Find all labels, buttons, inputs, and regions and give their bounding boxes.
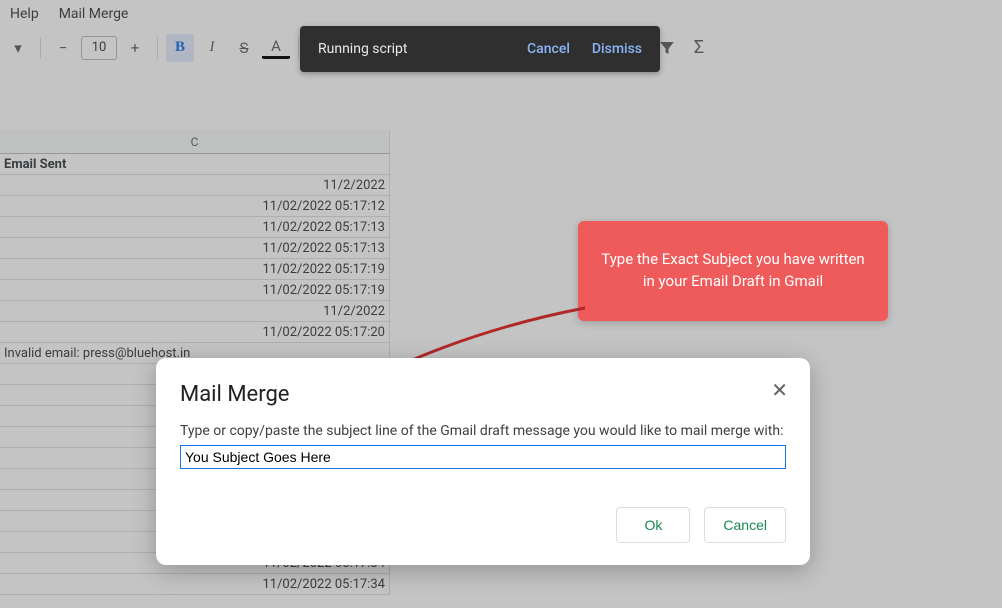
font-size-decrease-icon[interactable]: − [49,34,77,62]
menu-bar: Help Mail Merge [0,0,1002,28]
table-cell[interactable]: 11/02/2022 05:17:12 [0,196,390,217]
table-cell[interactable]: 11/02/2022 05:17:19 [0,259,390,280]
strikethrough-icon[interactable]: S [230,34,258,62]
subject-input[interactable] [180,445,786,469]
mail-merge-dialog: Mail Merge ✕ Type or copy/paste the subj… [156,358,810,565]
dialog-actions: Ok Cancel [180,507,786,543]
italic-icon[interactable]: I [198,34,226,62]
callout-text: Type the Exact Subject you have written … [601,250,864,290]
column-header-c[interactable]: C [0,130,390,154]
close-icon[interactable]: ✕ [771,378,788,402]
ok-button[interactable]: Ok [616,507,690,543]
text-color-icon[interactable]: A [262,37,290,59]
instruction-callout: Type the Exact Subject you have written … [578,221,888,321]
toast-cancel-button[interactable]: Cancel [527,41,570,57]
menu-mailmerge[interactable]: Mail Merge [59,6,129,22]
cell-header[interactable]: Email Sent [0,154,390,175]
bold-icon[interactable]: B [166,34,194,62]
table-cell[interactable]: 11/2/2022 [0,301,390,322]
functions-icon[interactable]: Σ [685,34,713,62]
cancel-button[interactable]: Cancel [704,507,786,543]
table-cell[interactable]: 11/2/2022 [0,175,390,196]
toolbar-separator [157,37,158,59]
toast-message: Running script [318,41,505,57]
running-script-toast: Running script Cancel Dismiss [300,26,660,72]
menu-help[interactable]: Help [10,6,39,22]
more-toolbar-dropdown-icon[interactable]: ▾ [4,34,32,62]
table-cell[interactable]: 11/02/2022 05:17:13 [0,238,390,259]
table-cell[interactable]: 11/02/2022 05:17:34 [0,574,390,595]
font-size-input[interactable]: 10 [81,36,117,60]
table-cell[interactable]: 11/02/2022 05:17:20 [0,322,390,343]
table-cell[interactable]: 11/02/2022 05:17:13 [0,217,390,238]
font-size-increase-icon[interactable]: + [121,34,149,62]
toast-dismiss-button[interactable]: Dismiss [592,41,642,57]
toolbar-separator [40,37,41,59]
toolbar-separator [298,37,299,59]
dialog-title: Mail Merge [180,382,786,407]
table-cell[interactable]: 11/02/2022 05:17:19 [0,280,390,301]
dialog-instruction: Type or copy/paste the subject line of t… [180,423,786,439]
